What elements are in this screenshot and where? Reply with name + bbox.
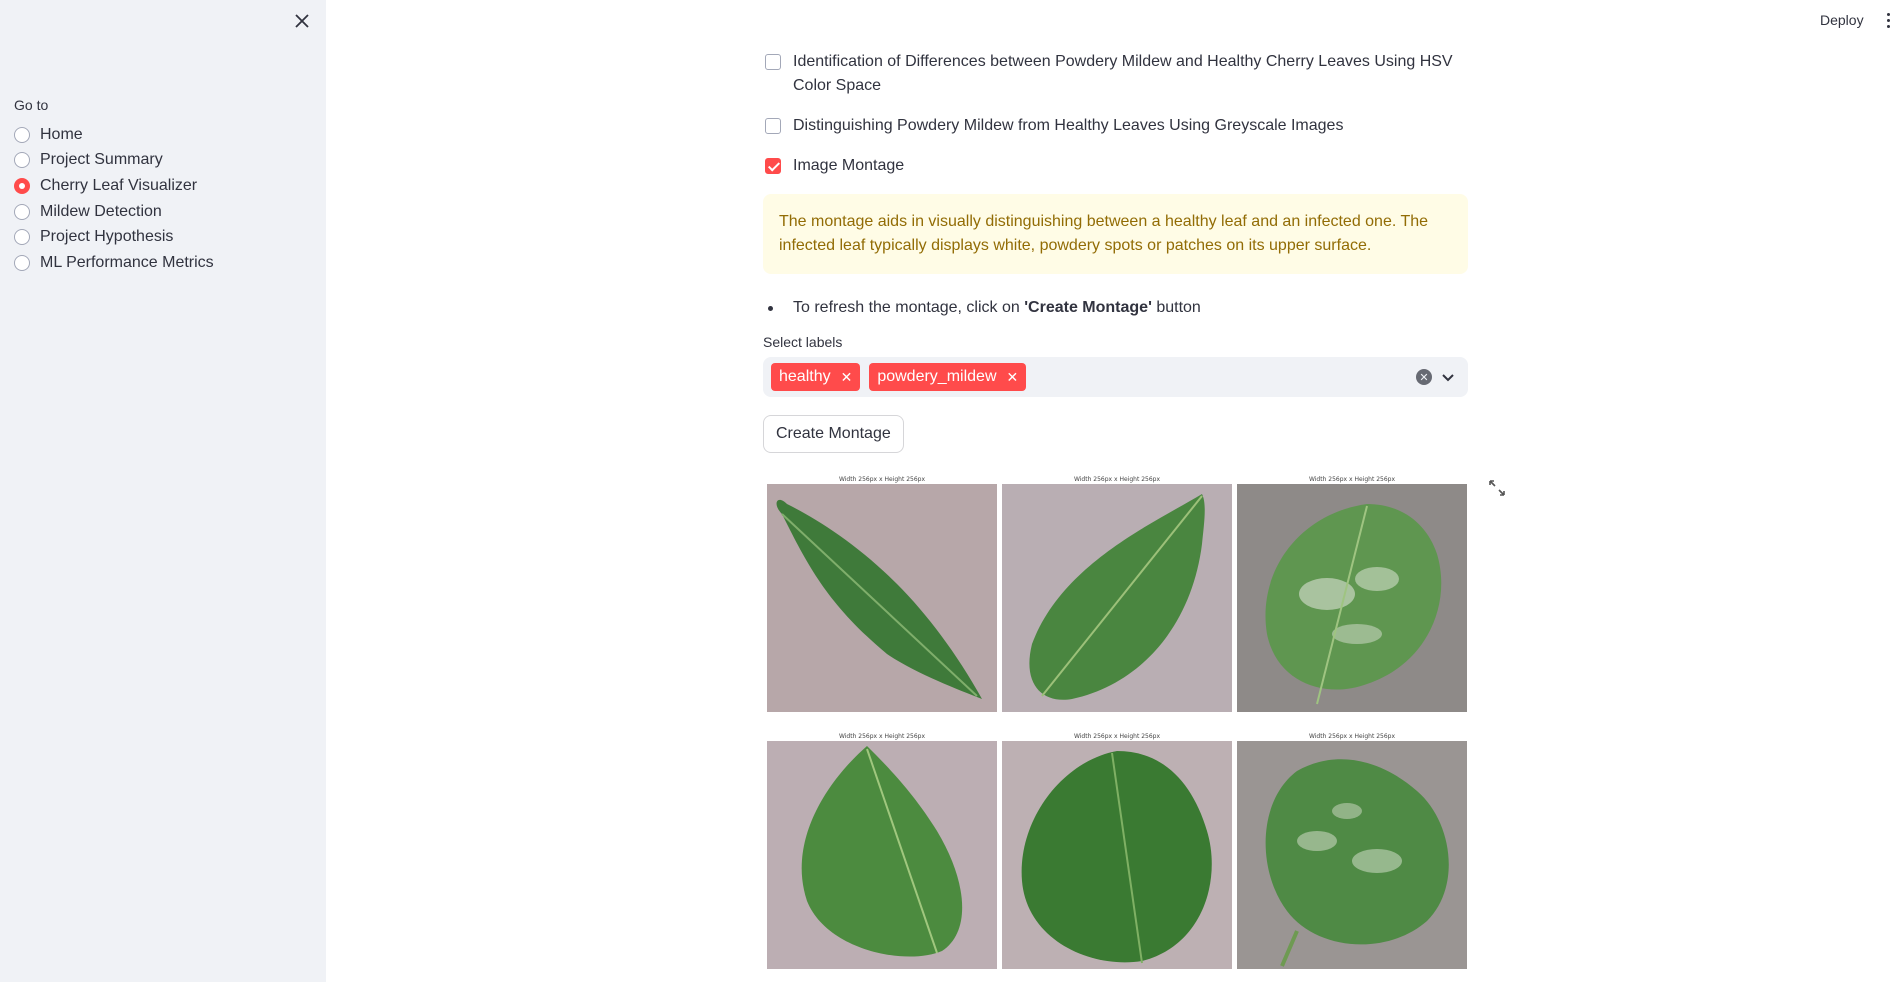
tile-caption: Width 256px x Height 256px [838, 733, 926, 740]
checkbox-greyscale[interactable]: Distinguishing Powdery Mildew from Healt… [763, 114, 1468, 138]
select-labels-label: Select labels [763, 334, 843, 350]
tag-label: powdery_mildew [877, 368, 997, 385]
tag-powdery-mildew[interactable]: powdery_mildew ✕ [869, 363, 1027, 391]
fullscreen-icon[interactable] [1488, 479, 1506, 497]
checkbox-hsv[interactable]: Identification of Differences between Po… [763, 50, 1468, 98]
radio-icon[interactable] [14, 126, 30, 143]
healthy-leaf-image [767, 484, 997, 712]
montage-tile: Width 256px x Height 256px [1002, 475, 1232, 712]
nav-item-project-hypothesis[interactable]: Project Hypothesis [14, 224, 214, 250]
bullet-icon [768, 305, 773, 311]
list-item: To refresh the montage, click on 'Create… [763, 296, 1468, 320]
checkbox-image-montage[interactable]: Image Montage [763, 154, 1468, 178]
radio-selected-icon[interactable] [14, 177, 30, 194]
sidebar: Go to Home Project Summary Cherry Leaf V… [0, 0, 326, 982]
nav-item-label: Cherry Leaf Visualizer [40, 176, 198, 194]
deploy-button[interactable]: Deploy [1808, 9, 1876, 31]
clear-all-icon[interactable]: ✕ [1416, 369, 1432, 385]
nav-item-label: Project Summary [40, 151, 163, 169]
nav-heading: Go to [14, 97, 49, 113]
tag-remove-icon[interactable]: ✕ [841, 369, 853, 386]
montage-tile: Width 256px x Height 256px [767, 475, 997, 712]
montage-tile: Width 256px x Height 256px [767, 732, 997, 969]
montage-tile: Width 256px x Height 256px [1237, 732, 1467, 969]
nav-item-project-summary[interactable]: Project Summary [14, 148, 214, 174]
montage-row: Width 256px x Height 256px Width 256px x… [767, 732, 1467, 969]
checkbox-label: Distinguishing Powdery Mildew from Healt… [793, 117, 1344, 134]
tile-caption: Width 256px x Height 256px [1073, 476, 1161, 483]
healthy-leaf-image [1002, 484, 1232, 712]
mildew-leaf-image [1237, 741, 1467, 969]
nav-item-ml-performance-metrics[interactable]: ML Performance Metrics [14, 250, 214, 276]
checkbox-label: Image Montage [793, 157, 905, 174]
nav-item-label: Mildew Detection [40, 202, 162, 220]
tag-label: healthy [779, 368, 831, 385]
checkbox-label: Identification of Differences between Po… [793, 53, 1453, 94]
checkbox-checked-icon[interactable] [765, 158, 781, 174]
healthy-leaf-image [1002, 741, 1232, 969]
bullet-prefix: To refresh the montage, click on [793, 299, 1025, 316]
montage-tile: Width 256px x Height 256px [1237, 475, 1467, 712]
nav-item-home[interactable]: Home [14, 122, 214, 148]
image-montage: Width 256px x Height 256px Width 256px x… [767, 475, 1467, 989]
nav-radio-group: Home Project Summary Cherry Leaf Visuali… [14, 122, 214, 276]
labels-multiselect[interactable]: healthy ✕ powdery_mildew ✕ ✕ [763, 357, 1468, 397]
radio-icon[interactable] [14, 203, 30, 220]
mildew-leaf-image [1237, 484, 1467, 712]
tile-caption: Width 256px x Height 256px [838, 476, 926, 483]
radio-icon[interactable] [14, 229, 30, 246]
bullet-text: To refresh the montage, click on 'Create… [793, 296, 1201, 320]
nav-item-label: Home [40, 125, 83, 143]
radio-icon[interactable] [14, 152, 30, 169]
nav-item-label: Project Hypothesis [40, 228, 174, 246]
radio-icon[interactable] [14, 254, 30, 271]
tag-remove-icon[interactable]: ✕ [1007, 369, 1019, 386]
tile-caption: Width 256px x Height 256px [1308, 733, 1396, 740]
main-menu-icon[interactable] [1880, 9, 1896, 31]
nav-item-cherry-leaf-visualizer[interactable]: Cherry Leaf Visualizer [14, 173, 214, 199]
tile-caption: Width 256px x Height 256px [1073, 733, 1161, 740]
healthy-leaf-image [767, 741, 997, 969]
checkbox-icon[interactable] [765, 118, 781, 134]
create-montage-button[interactable]: Create Montage [763, 415, 904, 453]
montage-row: Width 256px x Height 256px Width 256px x… [767, 475, 1467, 712]
warning-box: The montage aids in visually distinguish… [763, 194, 1468, 274]
nav-item-mildew-detection[interactable]: Mildew Detection [14, 199, 214, 225]
bullet-suffix: button [1151, 299, 1201, 316]
tag-healthy[interactable]: healthy ✕ [771, 363, 861, 391]
montage-tile: Width 256px x Height 256px [1002, 732, 1232, 969]
nav-item-label: ML Performance Metrics [40, 253, 214, 271]
checkbox-icon[interactable] [765, 54, 781, 70]
chevron-down-icon[interactable] [1440, 369, 1456, 385]
close-icon[interactable] [291, 10, 313, 32]
tile-caption: Width 256px x Height 256px [1308, 476, 1396, 483]
main-content: Identification of Differences between Po… [763, 50, 1468, 453]
bullet-bold: 'Create Montage' [1024, 299, 1152, 316]
